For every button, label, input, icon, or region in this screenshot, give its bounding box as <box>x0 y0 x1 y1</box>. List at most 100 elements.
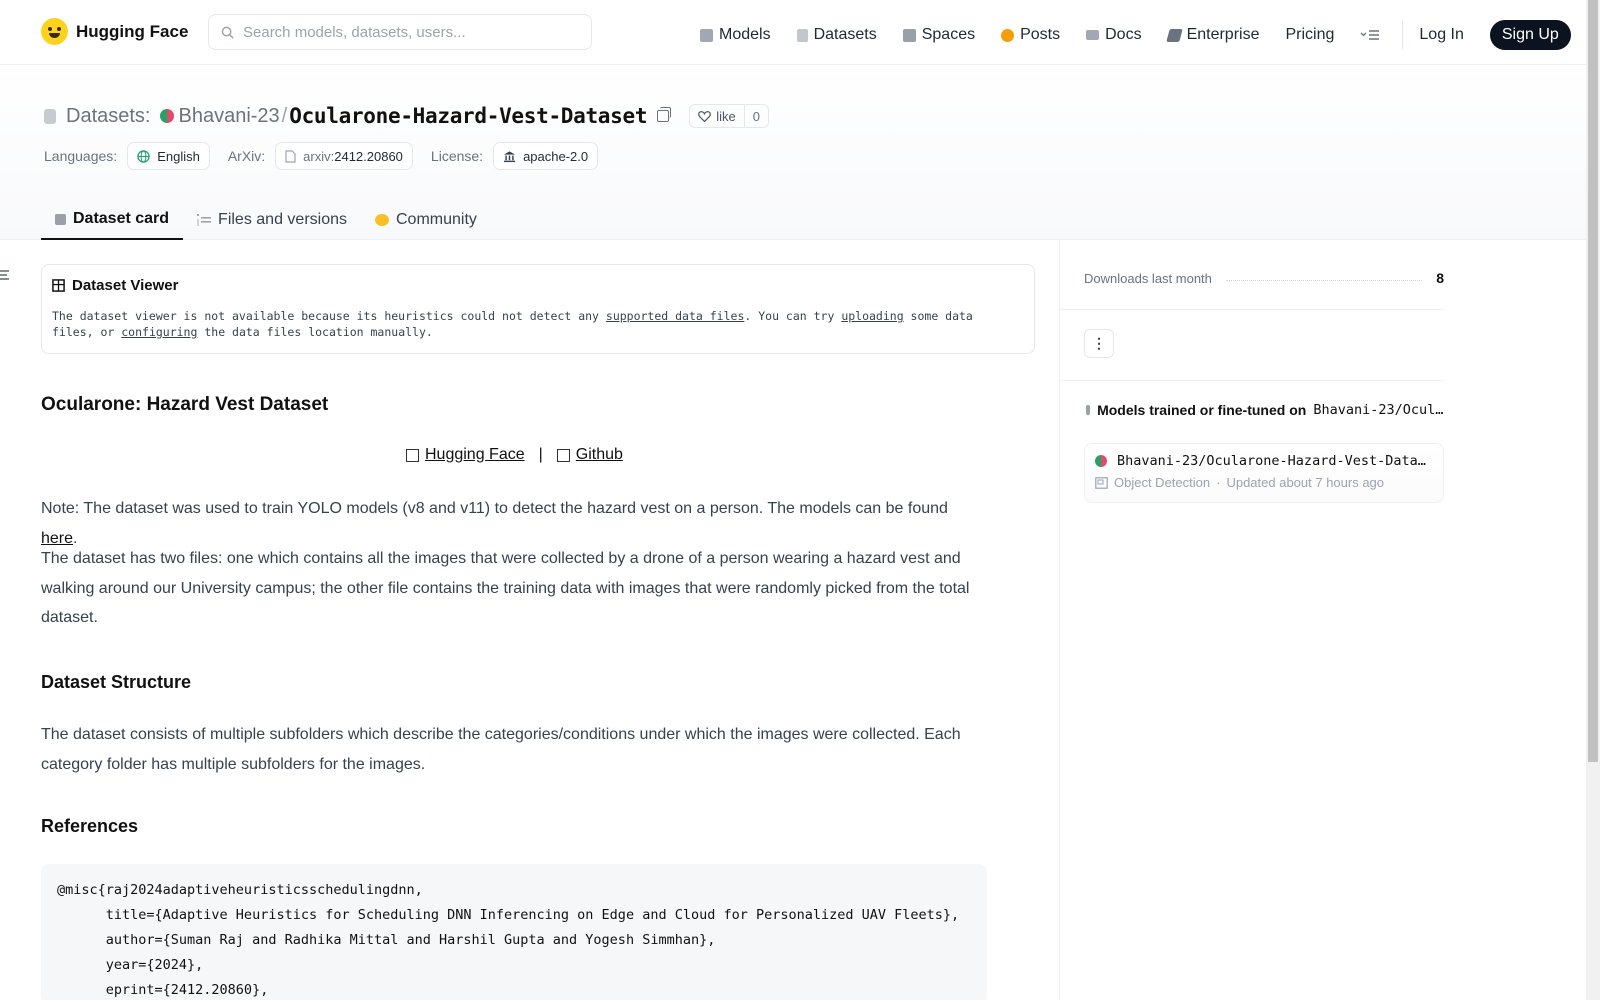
breadcrumb: Datasets: Bhavani-23 / Ocularone-Hazard-… <box>44 103 769 129</box>
breadcrumb-section[interactable]: Datasets: <box>66 105 150 128</box>
viewer-title: Dataset Viewer <box>72 277 179 294</box>
speech-bubble-icon <box>1001 28 1015 42</box>
owner-avatar <box>160 109 175 123</box>
citation-code-block: @misc{raj2024adaptiveheuristicsschedulin… <box>41 864 987 1000</box>
tab-dataset-card-label: Dataset card <box>73 210 170 227</box>
viewer-text-4: files, or <box>52 325 122 339</box>
toc-toggle-icon[interactable] <box>0 270 9 280</box>
nav-models-label: Models <box>719 26 771 43</box>
enterprise-icon <box>1165 28 1183 42</box>
model-owner-avatar <box>1095 455 1107 467</box>
arxiv-prefix: arxiv: <box>303 148 335 164</box>
globe-icon <box>137 149 150 163</box>
nav-enterprise-label: Enterprise <box>1186 26 1260 43</box>
database-icon <box>796 28 808 42</box>
nav-spaces-label: Spaces <box>921 26 976 43</box>
tab-files-and-versions[interactable]: Files and versions <box>183 200 361 240</box>
license-chip[interactable]: apache-2.0 <box>493 142 599 170</box>
page-scrollbar-thumb[interactable] <box>1588 0 1598 762</box>
viewer-text-5: the data files location manually. <box>197 325 433 339</box>
languages-label: Languages: <box>44 148 118 164</box>
nav-docs[interactable]: Docs <box>1086 23 1142 47</box>
links-separator: | <box>538 446 543 463</box>
nav-more[interactable] <box>1360 23 1380 47</box>
search-input[interactable] <box>243 23 573 41</box>
nav-datasets[interactable]: Datasets <box>796 23 877 47</box>
tab-dataset-card[interactable]: Dataset card <box>41 200 184 240</box>
dataset-icon <box>44 108 56 124</box>
community-icon <box>375 214 389 226</box>
github-link[interactable]: Github <box>576 446 623 464</box>
like-label-wrap: like <box>690 105 745 127</box>
book-icon <box>1086 30 1100 40</box>
tab-community-label: Community <box>396 211 477 228</box>
logo-text: Hugging Face <box>76 21 189 41</box>
breadcrumb-slash: / <box>281 104 288 127</box>
signup-button[interactable]: Sign Up <box>1489 20 1571 50</box>
hugging-face-logo-icon <box>41 18 68 45</box>
copy-icon[interactable] <box>657 107 672 122</box>
license-value: apache-2.0 <box>523 148 589 164</box>
breadcrumb-owner[interactable]: Bhavani-23 <box>178 105 279 128</box>
uploading-link[interactable]: uploading <box>841 309 903 323</box>
configuring-link[interactable]: configuring <box>121 325 197 339</box>
hugging-face-link-icon <box>406 448 419 462</box>
model-updated: Updated about 7 hours ago <box>1226 475 1385 490</box>
sidebar-divider-2 <box>1060 380 1444 381</box>
repo-tabs: Dataset card Files and versions Communit… <box>41 200 491 240</box>
like-button[interactable]: like 0 <box>689 104 769 128</box>
language-chip[interactable]: English <box>127 142 210 170</box>
paper-icon <box>285 149 296 163</box>
cube-icon <box>1086 405 1091 415</box>
structure-paragraph: The dataset consists of multiple subfold… <box>41 726 961 773</box>
nav-datasets-label: Datasets <box>813 26 877 43</box>
supported-files-link[interactable]: supported data files <box>606 309 744 323</box>
arxiv-chip[interactable]: arxiv:2412.20860 <box>275 142 413 170</box>
models-trained-label: Models trained or fine-tuned on <box>1097 402 1307 418</box>
model-task: Object Detection <box>1114 475 1211 490</box>
like-count: 0 <box>752 108 760 124</box>
project-links: Hugging Face | Github <box>406 446 623 464</box>
dataset-viewer-panel: Dataset Viewer The dataset viewer is not… <box>41 264 1035 354</box>
more-options-button[interactable]: ⋮ <box>1084 329 1114 358</box>
sidebar-divider <box>1059 240 1060 1000</box>
login-link[interactable]: Log In <box>1419 23 1463 47</box>
nav-models[interactable]: Models <box>700 23 771 47</box>
note-text: Note: The dataset was used to train YOLO… <box>41 500 948 517</box>
nav-posts-label: Posts <box>1020 26 1061 43</box>
arxiv-label: ArXiv: <box>227 148 266 164</box>
models-trained-heading: Models trained or fine-tuned on Bhavani-… <box>1086 402 1446 418</box>
nav-enterprise[interactable]: Enterprise <box>1165 23 1260 47</box>
tab-files-label: Files and versions <box>218 211 347 228</box>
dataset-structure-heading: Dataset Structure <box>41 672 192 692</box>
repo-metadata: Languages: English ArXiv: arxiv:2412.208… <box>44 142 616 170</box>
nav-menu: Models Datasets Spaces Posts Docs Enterp… <box>700 20 1571 50</box>
heart-icon <box>698 111 712 122</box>
table-icon <box>52 279 65 292</box>
github-link-icon <box>556 448 570 462</box>
viewer-title-row: Dataset Viewer <box>52 277 1024 294</box>
language-value: English <box>157 148 200 164</box>
sidebar-divider-1 <box>1060 309 1444 310</box>
model-card[interactable]: Bhavani-23/Ocularone-Hazard-Vest-Dataset… <box>1084 443 1444 503</box>
repo-name[interactable]: Ocularone-Hazard-Vest-Dataset <box>289 104 647 128</box>
login-label: Log In <box>1419 26 1464 43</box>
description-paragraph: The dataset has two files: one which con… <box>41 550 970 626</box>
license-label: License: <box>430 148 484 164</box>
top-navbar: Hugging Face Models Datasets Spaces Post… <box>0 0 1586 65</box>
search-icon <box>221 26 234 39</box>
viewer-text-1: The dataset viewer is not available beca… <box>52 309 606 323</box>
nav-pricing[interactable]: Pricing <box>1285 23 1334 47</box>
search-box[interactable] <box>208 14 592 50</box>
nav-divider <box>1402 21 1404 49</box>
nav-spaces[interactable]: Spaces <box>902 23 976 47</box>
downloads-dotted-line <box>1225 275 1423 281</box>
nav-posts[interactable]: Posts <box>1001 23 1060 47</box>
model-meta-dot: · <box>1216 475 1221 490</box>
logo-link[interactable]: Hugging Face <box>41 18 188 45</box>
viewer-text-3: some data <box>903 309 973 323</box>
file-tree-icon <box>197 214 212 226</box>
model-meta-row: Object Detection · Updated about 7 hours… <box>1095 475 1433 490</box>
hugging-face-link[interactable]: Hugging Face <box>425 446 525 464</box>
tab-community[interactable]: Community <box>361 200 491 240</box>
